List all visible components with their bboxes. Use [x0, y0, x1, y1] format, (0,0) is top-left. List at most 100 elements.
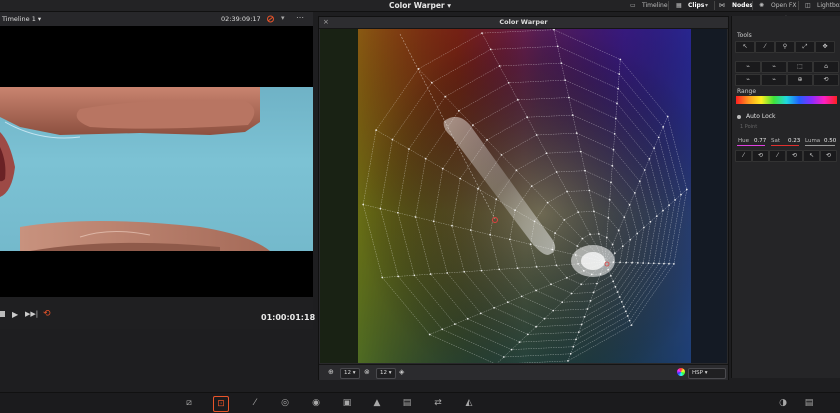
reset-icon[interactable]: ⟲	[820, 150, 837, 162]
mesh-control-point[interactable]	[429, 273, 432, 275]
mesh-control-point[interactable]	[507, 81, 510, 84]
grid-rows-icon[interactable]: ⊗	[364, 368, 370, 377]
mesh-control-point[interactable]	[574, 254, 577, 256]
brush-icon[interactable]: ⌁	[735, 74, 761, 86]
mesh-control-point[interactable]	[649, 220, 652, 223]
mesh-control-point[interactable]	[500, 154, 503, 156]
mesh-control-point[interactable]	[638, 180, 641, 183]
mesh-control-point[interactable]	[614, 117, 617, 120]
warper-icon[interactable]: ⊡	[213, 396, 229, 412]
brush-icon[interactable]: ⌁	[735, 61, 761, 73]
mesh-control-point[interactable]	[469, 229, 472, 232]
mesh-control-point[interactable]	[570, 292, 573, 295]
clips-icon[interactable]: ▦	[676, 0, 682, 11]
mesh-control-point[interactable]	[628, 319, 631, 322]
mesh-control-point[interactable]	[458, 109, 460, 112]
mesh-control-point[interactable]	[526, 116, 529, 119]
mesh-control-point[interactable]	[417, 68, 420, 70]
openfx-icon[interactable]: ✺	[759, 0, 764, 11]
mesh-control-point[interactable]	[575, 338, 577, 341]
mesh-control-point[interactable]	[614, 285, 617, 288]
mesh-control-point[interactable]	[516, 98, 519, 101]
mesh-control-point[interactable]	[572, 345, 575, 348]
mesh-control-point[interactable]	[397, 275, 400, 278]
mesh-control-point[interactable]	[668, 204, 670, 207]
lightbox-toggle[interactable]: Lightbox	[817, 0, 840, 11]
mesh-control-point[interactable]	[685, 188, 688, 191]
crosshair-icon[interactable]: ⊕	[787, 74, 813, 86]
mesh-control-point[interactable]	[577, 211, 580, 214]
mesh-control-point[interactable]	[580, 323, 583, 326]
mesh-control-point[interactable]	[567, 360, 569, 362]
mesh-control-point[interactable]	[631, 261, 633, 264]
mesh-control-point[interactable]	[526, 333, 529, 336]
mesh-control-point[interactable]	[636, 232, 639, 235]
mesh-control-point[interactable]	[516, 267, 519, 269]
mesh-control-point[interactable]	[636, 262, 639, 264]
reset-icon[interactable]: ⟲	[813, 74, 839, 86]
mesh-control-point[interactable]	[424, 157, 427, 160]
mesh-control-point[interactable]	[626, 315, 629, 317]
stop-icon[interactable]	[0, 311, 5, 317]
mesh-control-point[interactable]	[560, 62, 563, 64]
mesh-control-point[interactable]	[617, 87, 619, 90]
loop-icon[interactable]: ⟲	[43, 309, 51, 319]
lightbox-icon[interactable]: ◫	[805, 0, 811, 11]
mesh-control-point[interactable]	[617, 229, 620, 232]
curves-icon[interactable]: ⧄	[182, 396, 196, 410]
hue-value[interactable]: 0.77	[754, 138, 766, 144]
mesh-control-point[interactable]	[623, 216, 626, 219]
next-frame-icon[interactable]: ▶▶|	[25, 310, 38, 318]
mesh-control-point[interactable]	[566, 190, 568, 193]
mesh-control-point[interactable]	[666, 115, 669, 118]
mesh-control-point[interactable]	[619, 261, 621, 264]
luma-slider[interactable]	[805, 145, 835, 146]
mesh-control-point[interactable]	[552, 309, 555, 312]
mesh-control-point[interactable]	[596, 282, 598, 285]
brush-icon[interactable]: ⌁	[761, 61, 787, 73]
select-icon[interactable]: ↖	[735, 41, 755, 53]
3d-icon[interactable]: ◭	[462, 396, 476, 410]
mesh-control-point[interactable]	[555, 264, 558, 267]
mesh-control-point[interactable]	[616, 291, 619, 293]
scopes-icon[interactable]: ◑	[776, 396, 790, 410]
mesh-control-point[interactable]	[563, 219, 566, 221]
mesh-control-point[interactable]	[616, 102, 618, 105]
mesh-control-point[interactable]	[569, 352, 572, 355]
mesh-control-point[interactable]	[613, 133, 616, 135]
mesh-control-point[interactable]	[577, 331, 580, 333]
mesh-control-point[interactable]	[584, 169, 586, 172]
luma-value[interactable]: 0.50	[824, 138, 836, 144]
sat-slider[interactable]	[771, 145, 799, 146]
mesh-control-point[interactable]	[668, 262, 670, 265]
auto-lock-toggle[interactable]	[737, 115, 741, 119]
qualifier-icon[interactable]: ⁄	[248, 396, 262, 410]
mesh-control-point[interactable]	[633, 192, 636, 194]
color-wheel-icon[interactable]	[677, 368, 685, 376]
mesh-control-point[interactable]	[583, 316, 586, 318]
mesh-control-point[interactable]	[577, 263, 579, 265]
mesh-control-point[interactable]	[518, 341, 521, 343]
mesh-control-point[interactable]	[381, 276, 384, 279]
color-space-select[interactable]: HSP ▾	[688, 368, 726, 379]
mesh-control-point[interactable]	[535, 134, 538, 136]
chevron-down-icon[interactable]: ▾	[281, 14, 285, 22]
mesh-control-point[interactable]	[441, 328, 444, 331]
more-options-icon[interactable]: ⋯	[296, 13, 304, 22]
mesh-control-point[interactable]	[622, 305, 625, 308]
mesh-control-point[interactable]	[489, 233, 491, 236]
mesh-control-point[interactable]	[454, 323, 456, 325]
nodes-icon[interactable]: ⋈	[719, 0, 725, 11]
mesh-control-point[interactable]	[535, 325, 537, 328]
mesh-control-point[interactable]	[428, 333, 431, 336]
mesh-control-point[interactable]	[506, 301, 509, 304]
grid-columns-select[interactable]: 12 ▾	[340, 368, 360, 379]
mesh-control-point[interactable]	[486, 139, 488, 141]
mesh-control-point[interactable]	[545, 152, 548, 155]
mesh-control-point[interactable]	[514, 209, 516, 212]
mesh-control-point[interactable]	[612, 280, 615, 283]
mesh-control-point[interactable]	[543, 317, 546, 320]
timeline-icon[interactable]: ▭	[630, 0, 636, 11]
mesh-control-point[interactable]	[662, 209, 664, 212]
mesh-control-point[interactable]	[498, 65, 501, 67]
